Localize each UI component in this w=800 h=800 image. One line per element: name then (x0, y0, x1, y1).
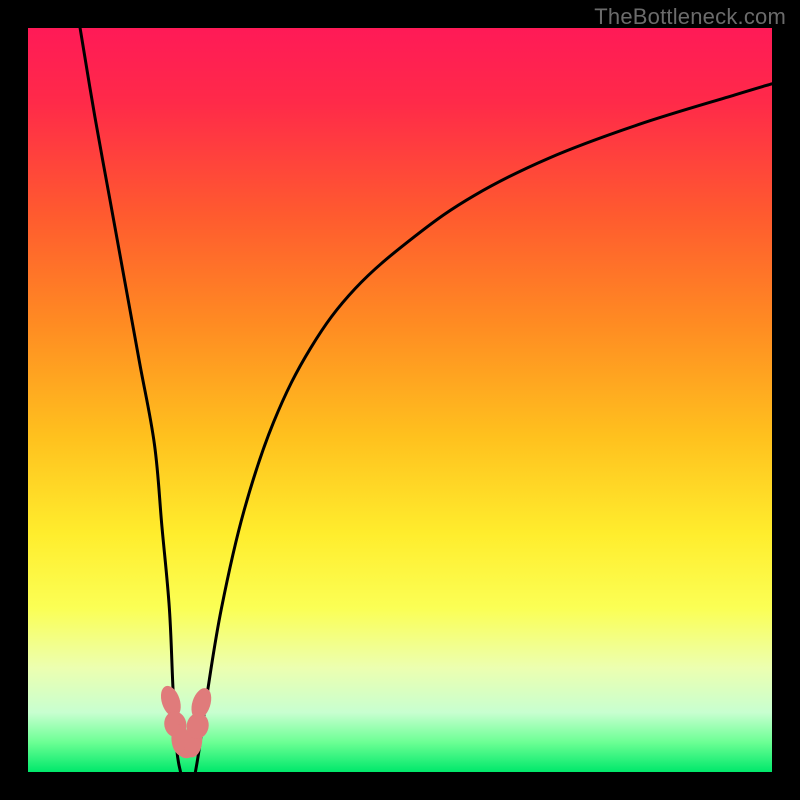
fit-zone-markers (157, 683, 215, 758)
watermark-text: TheBottleneck.com (594, 4, 786, 30)
chart-frame: TheBottleneck.com (0, 0, 800, 800)
curves-layer (28, 28, 772, 772)
left-curve (80, 28, 180, 772)
right-curve (195, 84, 772, 772)
plot-area (28, 28, 772, 772)
